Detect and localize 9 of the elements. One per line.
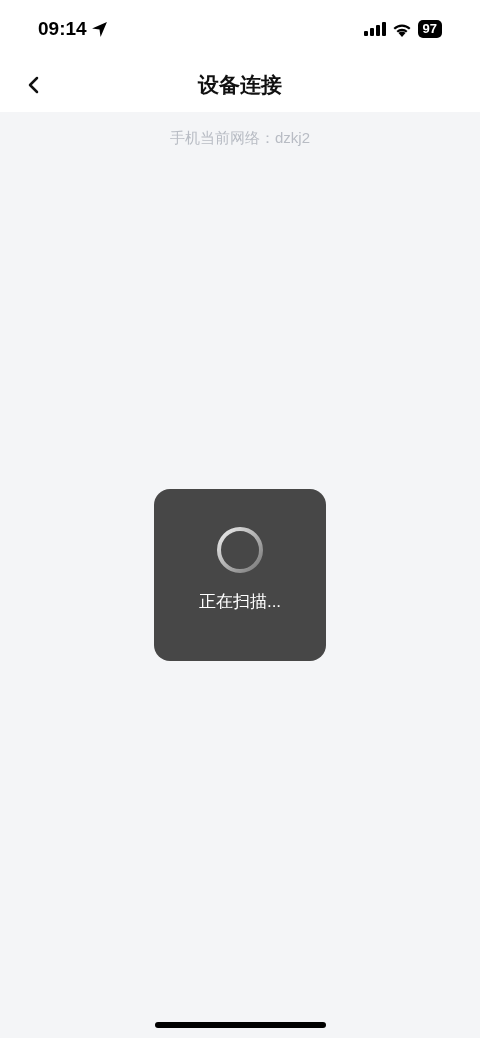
signal-icon: [363, 22, 386, 36]
battery-icon: 97: [417, 20, 442, 38]
back-icon[interactable]: [27, 76, 41, 94]
toast-text: 正在扫描...: [198, 591, 282, 613]
network-label: 手机当前网络：dzkj2: [170, 128, 310, 148]
spinner-icon: [216, 526, 264, 574]
location-arrow-icon: [90, 20, 108, 38]
page-title: 设备连接: [198, 72, 282, 99]
status-time: 09:14: [38, 16, 87, 41]
